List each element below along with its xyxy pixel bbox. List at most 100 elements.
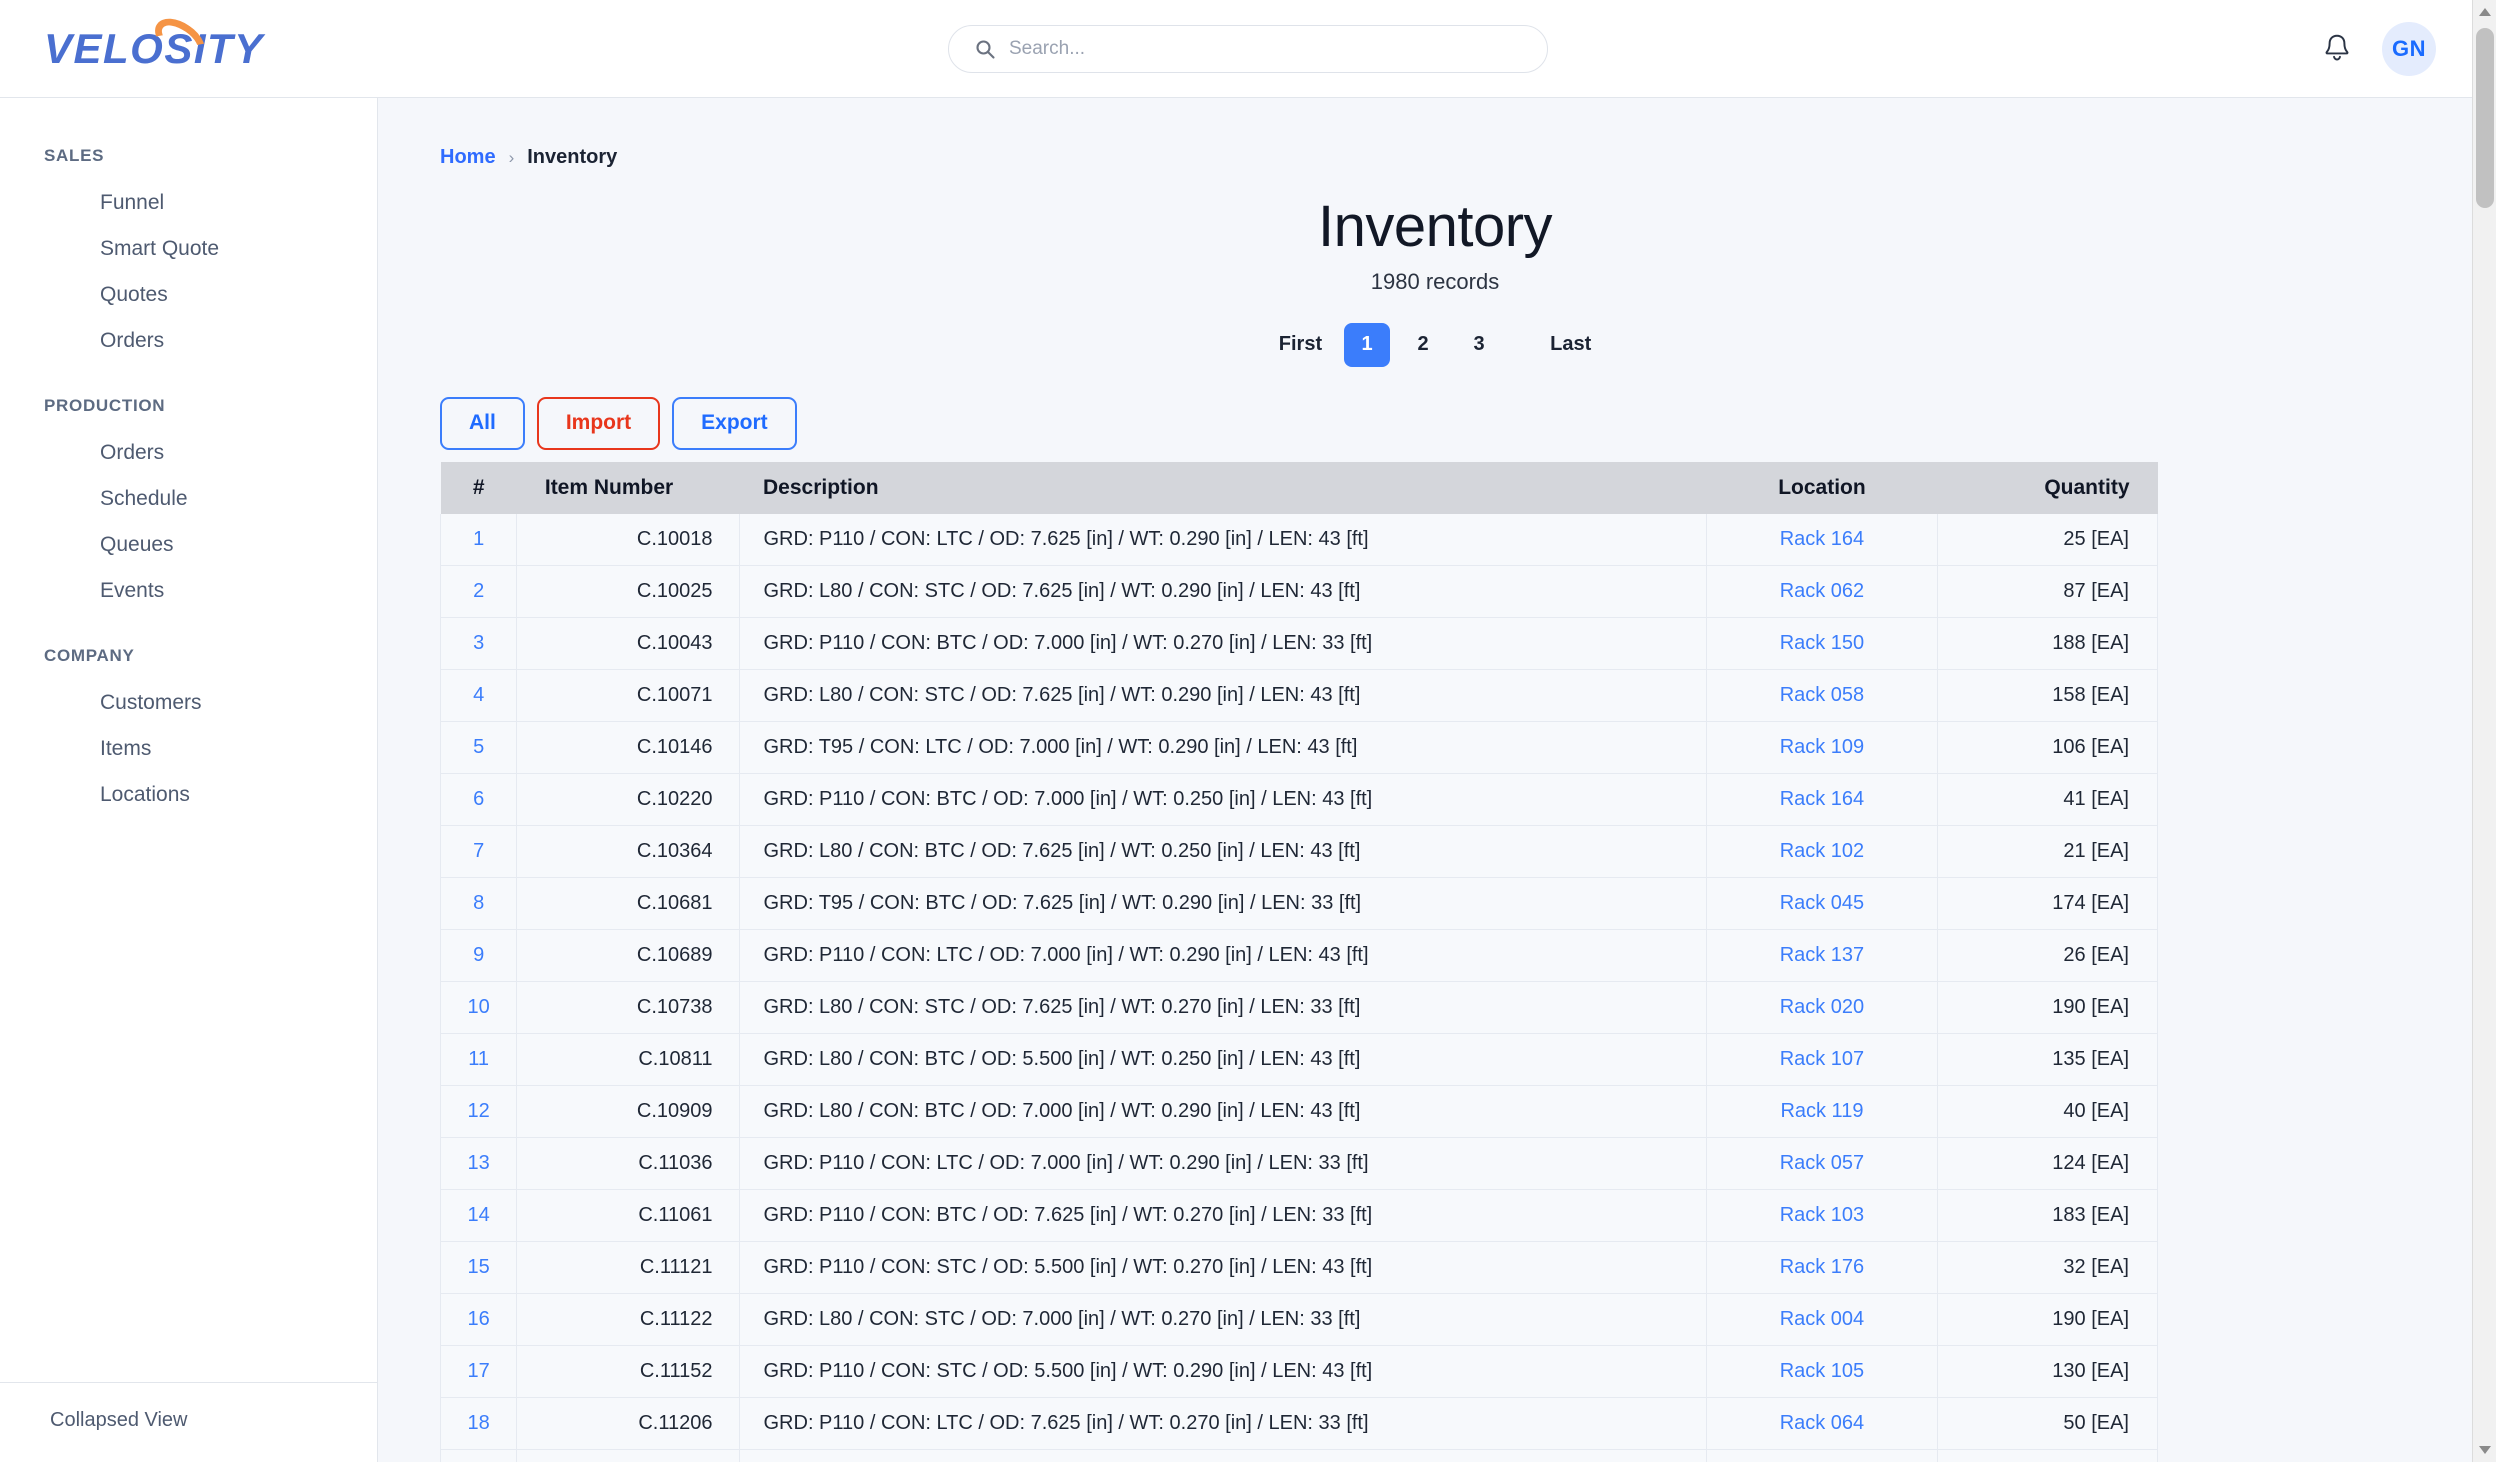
search-box[interactable]: [948, 25, 1548, 73]
column-header-location[interactable]: Location: [1706, 462, 1937, 514]
row-index[interactable]: 3: [441, 617, 517, 669]
sidebar-item-schedule[interactable]: Schedule: [0, 476, 377, 522]
cell-location[interactable]: Rack 137: [1706, 929, 1937, 981]
cell-location[interactable]: Rack 020: [1706, 981, 1937, 1033]
row-index[interactable]: 1: [441, 514, 517, 566]
location-link[interactable]: Rack 119: [1780, 1100, 1863, 1122]
location-link[interactable]: Rack 137: [1780, 944, 1865, 966]
table-row[interactable]: 7C.10364GRD: L80 / CON: BTC / OD: 7.625 …: [441, 825, 2158, 877]
table-row[interactable]: 8C.10681GRD: T95 / CON: BTC / OD: 7.625 …: [441, 877, 2158, 929]
cell-location[interactable]: Rack 119: [1706, 1085, 1937, 1137]
table-row[interactable]: 2C.10025GRD: L80 / CON: STC / OD: 7.625 …: [441, 565, 2158, 617]
sidebar-item-production-orders[interactable]: Orders: [0, 430, 377, 476]
cell-location[interactable]: Rack 062: [1706, 565, 1937, 617]
cell-location[interactable]: Rack 058: [1706, 669, 1937, 721]
page-scrollbar[interactable]: [2472, 0, 2496, 1462]
location-link[interactable]: Rack 058: [1780, 684, 1865, 706]
location-link[interactable]: Rack 150: [1780, 632, 1865, 654]
table-row[interactable]: 15C.11121GRD: P110 / CON: STC / OD: 5.50…: [441, 1241, 2158, 1293]
scrollbar-thumb[interactable]: [2476, 28, 2494, 208]
row-index[interactable]: 14: [441, 1189, 517, 1241]
location-link[interactable]: Rack 004: [1780, 1308, 1865, 1330]
cell-location[interactable]: Rack 107: [1706, 1033, 1937, 1085]
pagination-page-2[interactable]: 2: [1400, 323, 1446, 367]
row-index[interactable]: 7: [441, 825, 517, 877]
scroll-up-arrow-icon[interactable]: [2473, 0, 2496, 24]
table-row[interactable]: 19C.11210GRD: T95 / CON: BTC / OD: 5.500…: [441, 1449, 2158, 1462]
cell-location[interactable]: Rack 064: [1706, 1397, 1937, 1449]
table-row[interactable]: 11C.10811GRD: L80 / CON: BTC / OD: 5.500…: [441, 1033, 2158, 1085]
location-link[interactable]: Rack 164: [1780, 528, 1865, 550]
table-row[interactable]: 1C.10018GRD: P110 / CON: LTC / OD: 7.625…: [441, 514, 2158, 566]
row-index[interactable]: 4: [441, 669, 517, 721]
location-link[interactable]: Rack 102: [1780, 840, 1865, 862]
column-header-quantity[interactable]: Quantity: [1938, 462, 2158, 514]
location-link[interactable]: Rack 057: [1780, 1152, 1865, 1174]
location-link[interactable]: Rack 164: [1780, 788, 1865, 810]
table-row[interactable]: 4C.10071GRD: L80 / CON: STC / OD: 7.625 …: [441, 669, 2158, 721]
cell-location[interactable]: Rack 072: [1706, 1449, 1937, 1462]
table-row[interactable]: 9C.10689GRD: P110 / CON: LTC / OD: 7.000…: [441, 929, 2158, 981]
cell-location[interactable]: Rack 102: [1706, 825, 1937, 877]
row-index[interactable]: 9: [441, 929, 517, 981]
cell-location[interactable]: Rack 150: [1706, 617, 1937, 669]
pagination-last[interactable]: Last: [1538, 323, 1603, 367]
location-link[interactable]: Rack 045: [1780, 892, 1865, 914]
import-button[interactable]: Import: [537, 397, 660, 450]
sidebar-item-queues[interactable]: Queues: [0, 522, 377, 568]
sidebar-item-events[interactable]: Events: [0, 568, 377, 614]
table-row[interactable]: 3C.10043GRD: P110 / CON: BTC / OD: 7.000…: [441, 617, 2158, 669]
pagination-first[interactable]: First: [1267, 323, 1334, 367]
sidebar-item-customers[interactable]: Customers: [0, 680, 377, 726]
pagination-page-3[interactable]: 3: [1456, 323, 1502, 367]
row-index[interactable]: 6: [441, 773, 517, 825]
location-link[interactable]: Rack 107: [1780, 1048, 1865, 1070]
row-index[interactable]: 11: [441, 1033, 517, 1085]
row-index[interactable]: 2: [441, 565, 517, 617]
sidebar-item-items[interactable]: Items: [0, 726, 377, 772]
cell-location[interactable]: Rack 045: [1706, 877, 1937, 929]
row-index[interactable]: 17: [441, 1345, 517, 1397]
table-row[interactable]: 16C.11122GRD: L80 / CON: STC / OD: 7.000…: [441, 1293, 2158, 1345]
sidebar-item-sales-orders[interactable]: Orders: [0, 318, 377, 364]
cell-location[interactable]: Rack 105: [1706, 1345, 1937, 1397]
location-link[interactable]: Rack 103: [1780, 1204, 1865, 1226]
table-row[interactable]: 6C.10220GRD: P110 / CON: BTC / OD: 7.000…: [441, 773, 2158, 825]
sidebar-item-smart-quote[interactable]: Smart Quote: [0, 226, 377, 272]
table-row[interactable]: 14C.11061GRD: P110 / CON: BTC / OD: 7.62…: [441, 1189, 2158, 1241]
sidebar-item-quotes[interactable]: Quotes: [0, 272, 377, 318]
location-link[interactable]: Rack 020: [1780, 996, 1865, 1018]
row-index[interactable]: 13: [441, 1137, 517, 1189]
cell-location[interactable]: Rack 103: [1706, 1189, 1937, 1241]
row-index[interactable]: 16: [441, 1293, 517, 1345]
row-index[interactable]: 15: [441, 1241, 517, 1293]
row-index[interactable]: 12: [441, 1085, 517, 1137]
row-index[interactable]: 5: [441, 721, 517, 773]
all-button[interactable]: All: [440, 397, 525, 450]
table-row[interactable]: 17C.11152GRD: P110 / CON: STC / OD: 5.50…: [441, 1345, 2158, 1397]
row-index[interactable]: 8: [441, 877, 517, 929]
table-row[interactable]: 10C.10738GRD: L80 / CON: STC / OD: 7.625…: [441, 981, 2158, 1033]
table-row[interactable]: 5C.10146GRD: T95 / CON: LTC / OD: 7.000 …: [441, 721, 2158, 773]
collapsed-view-toggle[interactable]: Collapsed View: [0, 1383, 377, 1462]
cell-location[interactable]: Rack 057: [1706, 1137, 1937, 1189]
column-header-description[interactable]: Description: [739, 462, 1706, 514]
table-row[interactable]: 13C.11036GRD: P110 / CON: LTC / OD: 7.00…: [441, 1137, 2158, 1189]
row-index[interactable]: 10: [441, 981, 517, 1033]
table-row[interactable]: 18C.11206GRD: P110 / CON: LTC / OD: 7.62…: [441, 1397, 2158, 1449]
sidebar-item-locations[interactable]: Locations: [0, 772, 377, 818]
cell-location[interactable]: Rack 176: [1706, 1241, 1937, 1293]
row-index[interactable]: 19: [441, 1449, 517, 1462]
sidebar-item-funnel[interactable]: Funnel: [0, 180, 377, 226]
location-link[interactable]: Rack 062: [1780, 580, 1865, 602]
location-link[interactable]: Rack 176: [1780, 1256, 1865, 1278]
pagination-page-1[interactable]: 1: [1344, 323, 1390, 367]
cell-location[interactable]: Rack 164: [1706, 514, 1937, 566]
cell-location[interactable]: Rack 004: [1706, 1293, 1937, 1345]
table-row[interactable]: 12C.10909GRD: L80 / CON: BTC / OD: 7.000…: [441, 1085, 2158, 1137]
avatar[interactable]: GN: [2382, 22, 2436, 76]
location-link[interactable]: Rack 109: [1780, 736, 1865, 758]
column-header-index[interactable]: #: [441, 462, 517, 514]
export-button[interactable]: Export: [672, 397, 797, 450]
row-index[interactable]: 18: [441, 1397, 517, 1449]
